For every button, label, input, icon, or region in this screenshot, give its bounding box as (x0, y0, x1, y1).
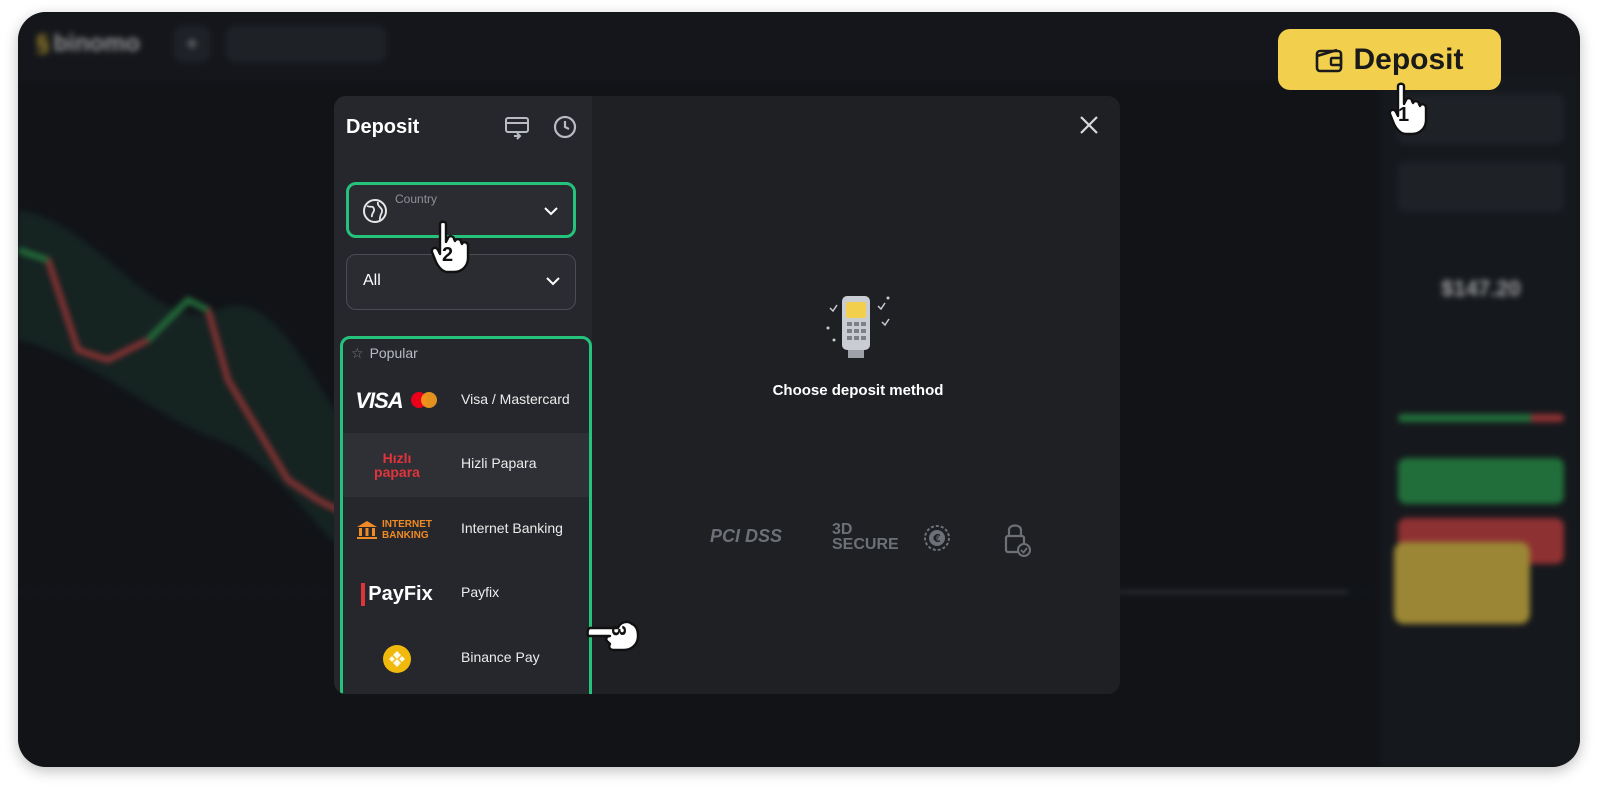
internet-banking-logo: INTERNET BANKING (351, 508, 443, 552)
payfix-logo: PayFix (351, 572, 443, 616)
payment-method-binance-pay[interactable]: Binance Pay (343, 627, 589, 691)
card-terminal-icon (826, 296, 890, 358)
globe-icon (363, 199, 387, 223)
close-icon[interactable] (1078, 114, 1100, 136)
payment-method-internet-banking[interactable]: INTERNET BANKING Internet Banking (343, 498, 589, 562)
chevron-down-icon (544, 207, 558, 216)
lock-check-icon (1004, 524, 1031, 557)
3d-secure-badge: 3D SECURE (832, 521, 899, 553)
chevron-down-icon (546, 277, 560, 286)
payment-method-name: Internet Banking (461, 520, 563, 536)
payment-method-hizli-papara[interactable]: Hızlı papara Hizli Papara (343, 433, 589, 497)
payment-method-name: Visa / Mastercard (461, 391, 570, 407)
step-number: 1 (1398, 104, 1410, 126)
category-filter-value: All (363, 272, 381, 289)
binance-pay-logo (351, 637, 443, 681)
modal-title: Deposit (346, 116, 420, 138)
security-badges: PCI DSS 3D SECURE € (692, 516, 1032, 560)
deposit-button-label: Deposit (1353, 42, 1464, 76)
svg-text:€: € (932, 532, 941, 545)
step-number: 3 (607, 624, 630, 637)
payment-method-name: Payfix (461, 584, 500, 600)
app-window: § binomo + $147.20 Deposit Country All ☆… (18, 12, 1580, 767)
deposit-button[interactable]: Deposit (1278, 29, 1501, 90)
euro-coin-icon: € (924, 525, 950, 551)
payment-method-list: ☆ Popular VISA Visa / Mastercard Hızlı pa… (340, 336, 592, 694)
visa-mastercard-logo: VISA (351, 379, 443, 423)
wallet-icon (1316, 48, 1343, 72)
transfer-icon[interactable] (504, 114, 530, 140)
pci-dss-badge: PCI DSS (710, 526, 783, 546)
payment-method-name: Hizli Papara (461, 455, 537, 471)
payment-method-payfix[interactable]: PayFix Payfix (343, 562, 589, 626)
step-number: 2 (442, 244, 454, 266)
hizli-papara-logo: Hızlı papara (374, 450, 420, 480)
country-field-label: Country (395, 192, 438, 206)
star-icon: ☆ (351, 345, 364, 361)
payment-method-name: Binance Pay (461, 649, 540, 665)
history-clock-icon[interactable] (552, 114, 578, 140)
popular-header: ☆ Popular (351, 345, 418, 361)
payment-method-visa-mastercard[interactable]: VISA Visa / Mastercard (343, 369, 589, 433)
deposit-modal: Deposit Country All ☆ Popular VISA Visa … (334, 96, 1120, 694)
empty-state-text: Choose deposit method (772, 382, 944, 399)
